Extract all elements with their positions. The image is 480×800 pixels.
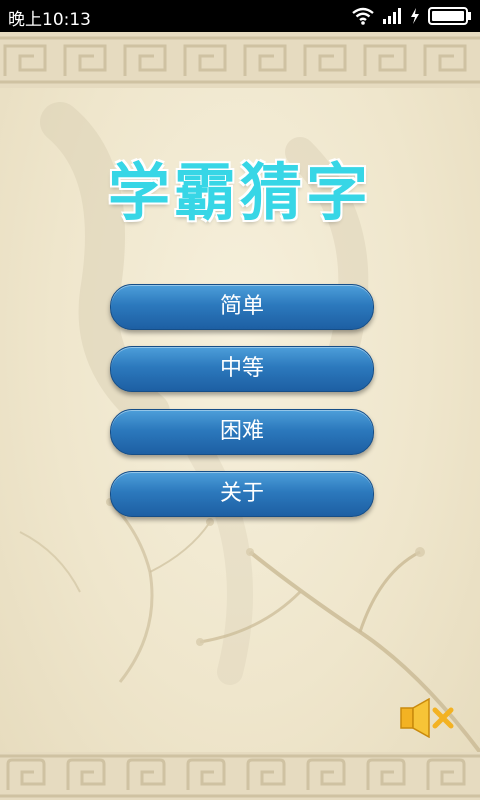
hard-button[interactable]: 困难 [110, 409, 374, 455]
signal-icon [383, 8, 401, 24]
easy-button[interactable]: 简单 [110, 284, 374, 330]
status-time: 晚上10:13 [8, 10, 91, 30]
medium-button[interactable]: 中等 [110, 346, 374, 392]
bottom-border-band [0, 752, 480, 800]
app-title: 学霸猜字 [107, 156, 372, 229]
status-bar: 晚上10:13 [0, 0, 480, 32]
status-icons [352, 6, 472, 26]
charging-icon [411, 8, 419, 24]
wifi-icon [352, 7, 374, 25]
battery-icon [428, 7, 471, 25]
sound-toggle-button[interactable] [399, 697, 455, 739]
about-button[interactable]: 关于 [110, 471, 374, 517]
top-pattern [0, 32, 480, 88]
speaker-muted-icon [400, 697, 454, 739]
app-screen: 学霸猜字 简单 中等 困难 关于 [0, 32, 480, 800]
top-border-band [0, 32, 480, 88]
bottom-pattern [0, 752, 480, 800]
